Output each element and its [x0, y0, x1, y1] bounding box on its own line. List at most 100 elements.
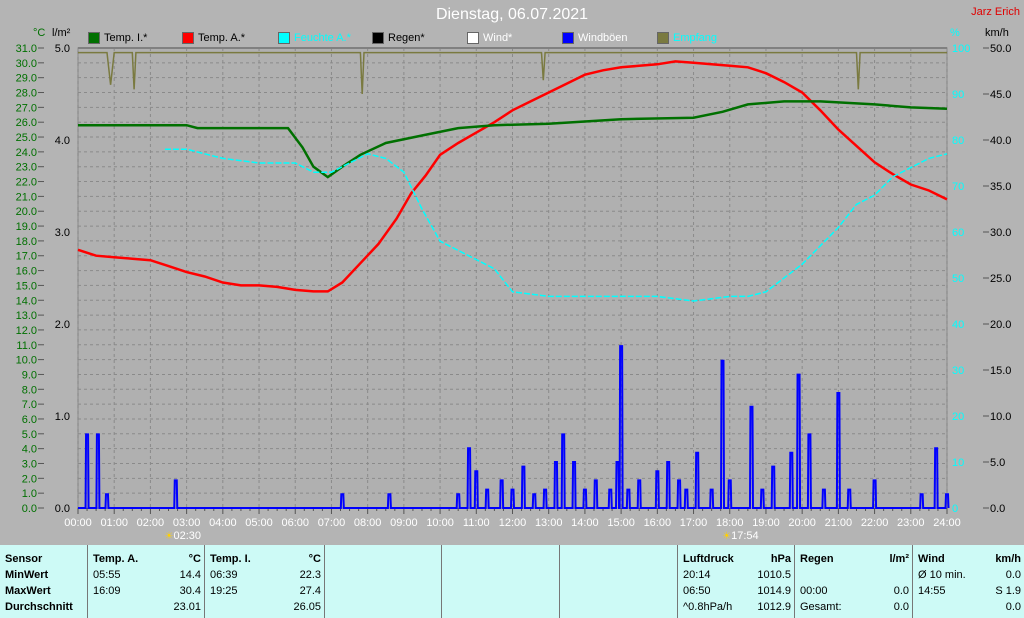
rain-tick-label: 0.0 — [55, 503, 70, 515]
temp-tick-label: 14.0 — [16, 295, 37, 307]
x-tick-label: 12:00 — [499, 517, 527, 529]
wind-tick-label: 0.0 — [990, 503, 1005, 515]
rain-max: 0.0 — [893, 585, 909, 597]
temp-tick-label: 25.0 — [16, 132, 37, 144]
temp-tick-label: 3.0 — [22, 458, 37, 470]
humidity-tick-label: 30 — [952, 365, 964, 377]
x-tick-label: 04:00 — [209, 517, 237, 529]
wind-tick-label: 15.0 — [990, 365, 1011, 377]
temp-a-min: 14.4 — [179, 569, 201, 581]
rain-tick-label: 1.0 — [55, 411, 70, 423]
temp-i-column: Temp. I. °C 06:39 22.3 19:25 27.4 26.05 — [205, 545, 325, 618]
temp-tick-label: 18.0 — [16, 236, 37, 248]
x-tick-label: 18:00 — [716, 517, 744, 529]
temp-tick-label: 2.0 — [22, 473, 37, 485]
temp-a-min-time: 05:55 — [93, 569, 121, 581]
wind-tick-label: 30.0 — [990, 227, 1011, 239]
stats-table: Sensor MinWert MaxWert Durchschnitt Temp… — [0, 545, 1024, 618]
rain-header: Regen — [800, 553, 834, 565]
temp-tick-label: 7.0 — [22, 399, 37, 411]
wind-tick-label: 10.0 — [990, 411, 1011, 423]
x-tick-label: 23:00 — [897, 517, 925, 529]
temp-i-min: 22.3 — [299, 569, 321, 581]
wind-last: 0.0 — [1005, 601, 1021, 613]
rain-total-label: Gesamt: — [800, 601, 842, 613]
x-tick-label: 13:00 — [535, 517, 563, 529]
temp-tick-label: 5.0 — [22, 429, 37, 441]
rain-tick-label: 3.0 — [55, 227, 70, 239]
wind-tick-label: 25.0 — [990, 273, 1011, 285]
x-tick-label: 24:00 — [933, 517, 961, 529]
rain-tick-label: 4.0 — [55, 135, 70, 147]
x-tick-label: 16:00 — [644, 517, 672, 529]
wind-avg-label: Ø 10 min. — [918, 569, 966, 581]
x-tick-label: 22:00 — [861, 517, 889, 529]
temp-tick-label: 23.0 — [16, 162, 37, 174]
temp-tick-label: 29.0 — [16, 73, 37, 85]
temp-i-min-time: 06:39 — [210, 569, 238, 581]
pressure-column: Luftdruck hPa 20:14 1010.5 06:50 1014.9 ^0.… — [678, 545, 795, 618]
x-tick-label: 20:00 — [788, 517, 816, 529]
humidity-tick-label: 50 — [952, 273, 964, 285]
wind-column: Wind km/h Ø 10 min. 0.0 14:55 S 1.9 0.0 — [913, 545, 1024, 618]
temp-tick-label: 6.0 — [22, 414, 37, 426]
wind-max-time: 14:55 — [918, 585, 946, 597]
temp-tick-label: 19.0 — [16, 221, 37, 233]
temp-tick-label: 9.0 — [22, 369, 37, 381]
x-tick-label: 09:00 — [390, 517, 418, 529]
x-tick-label: 01:00 — [100, 517, 128, 529]
wind-tick-label: 35.0 — [990, 181, 1011, 193]
x-tick-label: 11:00 — [463, 517, 490, 529]
humidity-tick-label: 80 — [952, 135, 964, 147]
rain-column: Regen l/m² 00:00 0.0 Gesamt: 0.0 — [795, 545, 913, 618]
rain-tick-label: 5.0 — [55, 43, 70, 55]
humidity-tick-label: 20 — [952, 411, 964, 423]
wind-avg: 0.0 — [1005, 569, 1021, 581]
temp-i-header: Temp. I. — [210, 553, 251, 565]
wind-unit-label: km/h — [995, 553, 1021, 565]
empty-column — [325, 545, 442, 618]
temp-tick-label: 13.0 — [16, 310, 37, 322]
temp-a-column: Temp. A. °C 05:55 14.4 16:09 30.4 23.01 — [88, 545, 205, 618]
weather-chart: 0.0 1.0 2.0 3.0 4.0 5.0 6.0 7.0 8.0 9.0 10.0 11.0 12… — [16, 43, 1012, 542]
wind-tick-label: 50.0 — [990, 43, 1011, 55]
humidity-tick-label: 70 — [952, 181, 964, 193]
humidity-tick-label: 10 — [952, 457, 964, 469]
temp-a-max-time: 16:09 — [93, 585, 121, 597]
temp-tick-label: 8.0 — [22, 384, 37, 396]
temp-tick-label: 16.0 — [16, 266, 37, 278]
temp-tick-label: 12.0 — [16, 325, 37, 337]
humidity-tick-label: 0 — [952, 503, 958, 515]
rain-tick-label: 2.0 — [55, 319, 70, 331]
temp-tick-label: 21.0 — [16, 191, 37, 203]
row-label-max: MaxWert — [5, 585, 51, 597]
temp-tick-label: 22.0 — [16, 177, 37, 189]
x-tick-label: 10:00 — [426, 517, 454, 529]
x-tick-label: 06:00 — [281, 517, 309, 529]
pressure-trend: ^0.8hPa/h — [683, 601, 733, 613]
humidity-tick-label: 90 — [952, 89, 964, 101]
rain-total: 0.0 — [893, 601, 909, 613]
empty-column — [560, 545, 678, 618]
sensor-column: Sensor MinWert MaxWert Durchschnitt — [0, 545, 88, 618]
temp-tick-label: 11.0 — [16, 340, 37, 352]
x-tick-label: 19:00 — [752, 517, 780, 529]
pressure-max-time: 06:50 — [683, 585, 711, 597]
pressure-min-time: 20:14 — [683, 569, 711, 581]
humidity-tick-label: 40 — [952, 319, 964, 331]
temp-a-header: Temp. A. — [93, 553, 139, 565]
x-tick-label: 07:00 — [318, 517, 346, 529]
temp-tick-label: 27.0 — [16, 102, 37, 114]
x-tick-label: 03:00 — [173, 517, 201, 529]
pressure-unit: hPa — [770, 553, 791, 565]
sun-marker-icon: ☀ — [165, 531, 174, 542]
pressure-avg: 1012.9 — [757, 601, 791, 613]
pressure-min: 1010.5 — [757, 569, 791, 581]
x-tick-label: 21:00 — [825, 517, 853, 529]
rain-max-time: 00:00 — [800, 585, 828, 597]
temp-tick-label: 26.0 — [16, 117, 37, 129]
x-tick-label: 05:00 — [245, 517, 273, 529]
x-tick-label: 08:00 — [354, 517, 382, 529]
temp-tick-label: 17.0 — [16, 251, 37, 263]
x-tick-label: 00:00 — [64, 517, 92, 529]
